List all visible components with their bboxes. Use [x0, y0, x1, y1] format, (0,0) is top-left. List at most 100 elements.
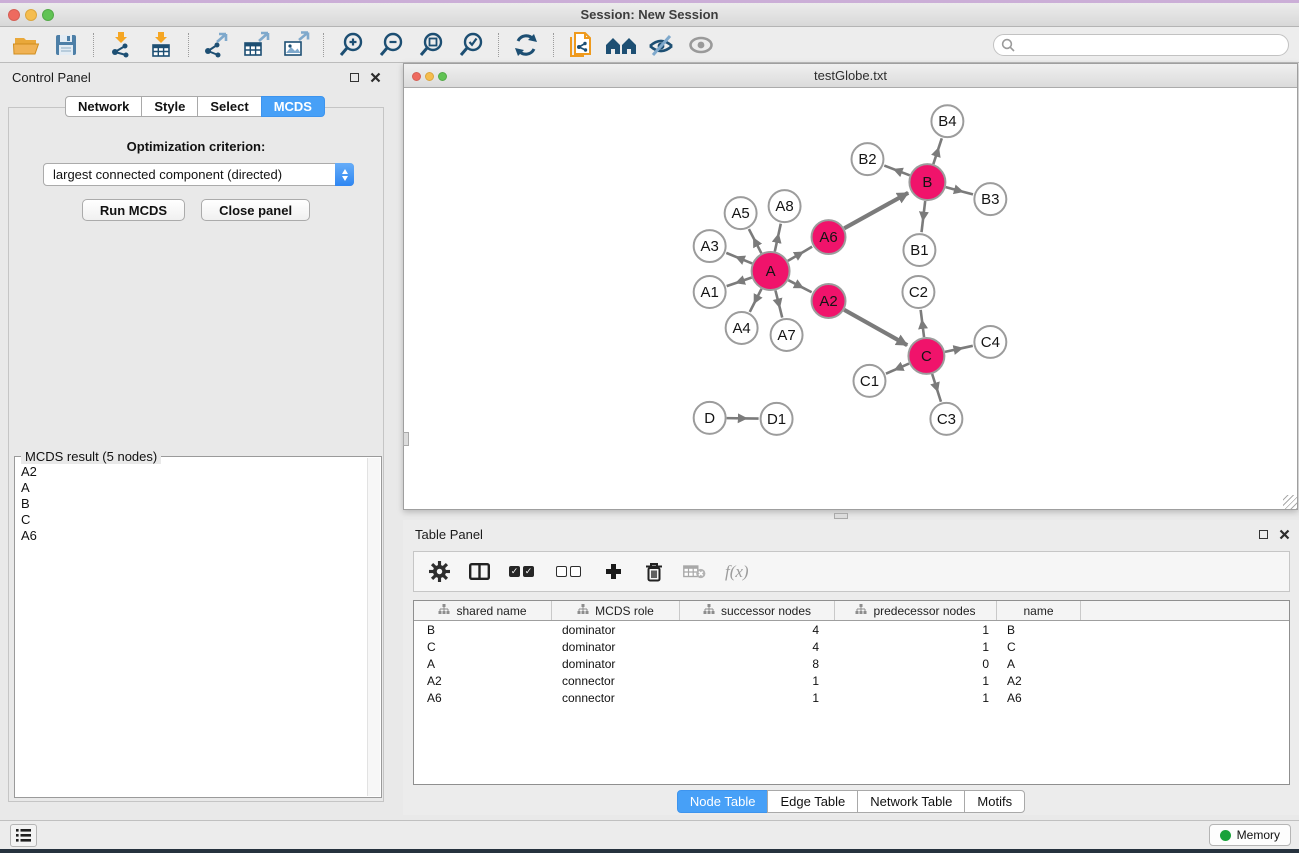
zoom-window-button[interactable]: [42, 9, 54, 21]
edge-A-A3[interactable]: [726, 253, 752, 264]
table-row[interactable]: Bdominator41B: [414, 622, 1289, 638]
vertical-scrollbar-thumb[interactable]: [403, 432, 409, 446]
task-history-button[interactable]: [10, 824, 37, 847]
edge-A-A1[interactable]: [727, 278, 752, 287]
add-column-icon[interactable]: [603, 563, 624, 580]
network-close-button[interactable]: [412, 72, 421, 81]
edge-B-B4[interactable]: [933, 138, 941, 164]
session-file-icon[interactable]: [563, 30, 599, 60]
float-panel-icon[interactable]: [1259, 530, 1268, 539]
edge-C-C1[interactable]: [886, 364, 909, 374]
node-label-C4: C4: [981, 334, 1000, 351]
save-session-icon[interactable]: [48, 30, 84, 60]
delete-column-trash-icon[interactable]: [643, 562, 664, 582]
select-all-checkboxes-icon[interactable]: ✓ ✓: [509, 566, 537, 577]
settings-gear-icon[interactable]: [429, 561, 450, 582]
network-window-titlebar: testGlobe.txt: [404, 64, 1297, 88]
refresh-glyph: [513, 32, 539, 58]
edge-A-A6[interactable]: [788, 247, 812, 261]
edge-A-A8[interactable]: [775, 224, 781, 252]
tab-network-table[interactable]: Network Table: [857, 790, 965, 813]
delete-table-icon[interactable]: [683, 564, 706, 579]
mcds-result-list[interactable]: A2ABCA6: [16, 458, 366, 796]
export-image-icon[interactable]: [278, 30, 314, 60]
column-header-predecessor-nodes[interactable]: predecessor nodes: [835, 601, 997, 620]
table-cell: A2: [414, 674, 552, 688]
memory-button[interactable]: Memory: [1209, 824, 1291, 846]
home-pair-icon[interactable]: [603, 30, 639, 60]
export-network-icon[interactable]: [198, 30, 234, 60]
import-table-icon[interactable]: [143, 30, 179, 60]
result-item[interactable]: A6: [21, 528, 366, 544]
table-cell: dominator: [552, 623, 680, 637]
tab-network[interactable]: Network: [65, 96, 142, 117]
app-window: Session: New Session: [0, 3, 1299, 849]
run-mcds-button[interactable]: Run MCDS: [82, 199, 185, 221]
result-item[interactable]: C: [21, 512, 366, 528]
tab-motifs[interactable]: Motifs: [964, 790, 1025, 813]
zoom-out-icon[interactable]: [373, 30, 409, 60]
edge-C-C3[interactable]: [932, 374, 941, 402]
open-folder-icon[interactable]: [8, 30, 44, 60]
result-item[interactable]: B: [21, 496, 366, 512]
edge-A-A2[interactable]: [788, 280, 811, 292]
tab-edge-table[interactable]: Edge Table: [767, 790, 858, 813]
show-details-eye-icon[interactable]: [683, 30, 719, 60]
table-cell: 4: [680, 623, 835, 637]
window-resize-grip[interactable]: [1283, 495, 1297, 509]
tab-style[interactable]: Style: [141, 96, 198, 117]
edge-B-B3[interactable]: [946, 187, 973, 194]
list-icon: [16, 829, 31, 842]
edge-B-B2[interactable]: [884, 166, 909, 176]
table-cell: C: [997, 640, 1081, 654]
column-header-shared-name[interactable]: shared name: [414, 601, 552, 620]
import-network-icon[interactable]: [103, 30, 139, 60]
table-cell: connector: [552, 691, 680, 705]
table-row[interactable]: Cdominator41C: [414, 639, 1289, 655]
horizontal-scrollbar-thumb[interactable]: [834, 513, 848, 519]
refresh-layout-icon[interactable]: [508, 30, 544, 60]
split-columns-icon[interactable]: [469, 563, 490, 580]
function-builder-icon[interactable]: f(x): [725, 562, 749, 582]
network-canvas[interactable]: AA1A3A5A8A4A7A6A2BB1B2B3B4CC1C2C3C4DD1: [404, 89, 1297, 509]
edge-A-A4[interactable]: [750, 289, 762, 312]
close-panel-icon[interactable]: [370, 72, 381, 83]
table-row[interactable]: Adominator80A: [414, 656, 1289, 672]
edge-A2-C[interactable]: [844, 310, 907, 345]
result-item[interactable]: A2: [21, 464, 366, 480]
float-panel-icon[interactable]: [350, 73, 359, 82]
result-scrollbar[interactable]: [367, 458, 380, 796]
deselect-all-checkboxes-icon[interactable]: [556, 566, 584, 577]
edge-B-B1[interactable]: [922, 201, 926, 232]
edge-A-A5[interactable]: [749, 229, 762, 253]
hide-details-eye-icon[interactable]: [643, 30, 679, 60]
minimize-window-button[interactable]: [25, 9, 37, 21]
zoom-in-glyph: [337, 31, 365, 59]
node-label-B1: B1: [910, 242, 928, 259]
zoom-selected-icon[interactable]: [453, 30, 489, 60]
export-table-icon[interactable]: [238, 30, 274, 60]
edge-C-C2[interactable]: [921, 310, 924, 337]
result-item[interactable]: A: [21, 480, 366, 496]
tab-mcds[interactable]: MCDS: [261, 96, 325, 117]
search-input[interactable]: [993, 34, 1289, 56]
memory-status-dot: [1220, 830, 1231, 841]
network-zoom-button[interactable]: [438, 72, 447, 81]
optimization-criterion-dropdown[interactable]: largest connected component (directed): [43, 163, 354, 186]
zoom-in-icon[interactable]: [333, 30, 369, 60]
edge-C-C4[interactable]: [945, 346, 973, 352]
tab-select[interactable]: Select: [197, 96, 261, 117]
column-header-successor-nodes[interactable]: successor nodes: [680, 601, 835, 620]
table-row[interactable]: A2connector11A2: [414, 673, 1289, 689]
zoom-fit-icon[interactable]: [413, 30, 449, 60]
close-window-button[interactable]: [8, 9, 20, 21]
close-panel-button[interactable]: Close panel: [201, 199, 310, 221]
network-minimize-button[interactable]: [425, 72, 434, 81]
close-panel-icon[interactable]: [1279, 529, 1290, 540]
table-row[interactable]: A6connector11A6: [414, 690, 1289, 706]
edge-A-A7[interactable]: [775, 290, 782, 317]
column-header-name[interactable]: name: [997, 601, 1081, 620]
edge-A6-B[interactable]: [844, 193, 908, 229]
column-header-MCDS-role[interactable]: MCDS role: [552, 601, 680, 620]
tab-node-table[interactable]: Node Table: [677, 790, 769, 813]
